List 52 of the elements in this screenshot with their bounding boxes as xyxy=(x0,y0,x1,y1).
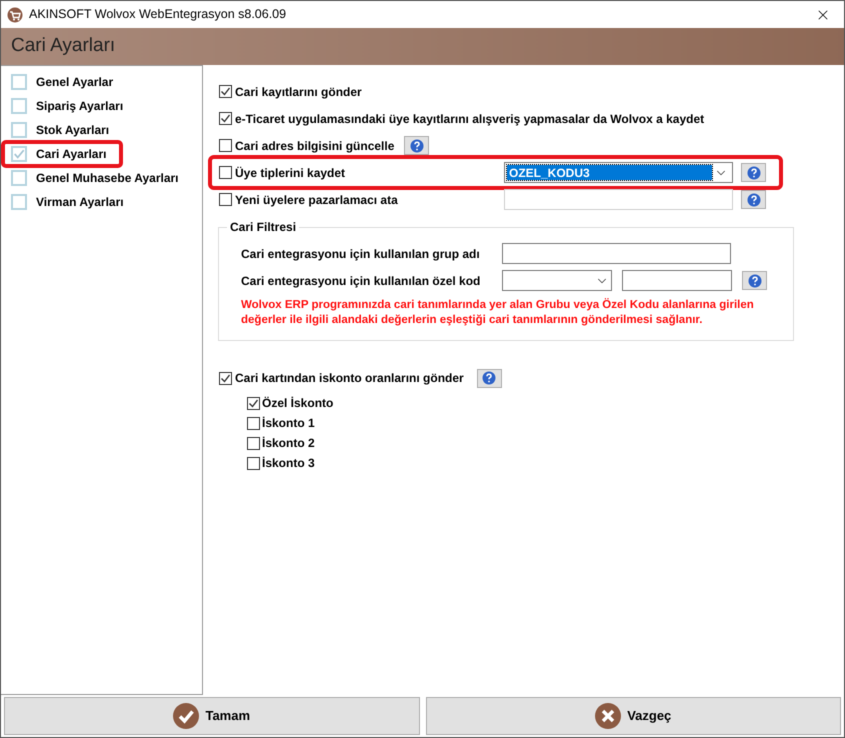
option-label: e-Ticaret uygulamasındaki üye kayıtlarını alışveriş yapmasalar da Wolvox a kaydet xyxy=(235,110,704,128)
question-icon xyxy=(410,138,424,152)
dropdown-field[interactable]: OZEL_KODU3 xyxy=(504,162,733,183)
page-title: Cari Ayarları xyxy=(11,34,116,58)
sidebar-item[interactable]: Stok Ayarları xyxy=(1,118,202,142)
checked-checkbox[interactable] xyxy=(219,85,232,98)
option-label: Özel İskonto xyxy=(262,395,334,412)
option-label: İskonto 1 xyxy=(262,415,315,432)
checkbox[interactable] xyxy=(247,456,260,470)
checked-checkbox[interactable] xyxy=(247,396,260,410)
checked-checkbox[interactable] xyxy=(219,372,232,384)
selected-value: OZEL_KODU3 xyxy=(507,165,712,180)
window-title: AKINSOFT Wolvox WebEntegrasyon s8.06.09 xyxy=(29,6,288,24)
help-button[interactable] xyxy=(741,190,766,209)
cancel-button[interactable]: Vazgeç xyxy=(426,697,841,735)
option-label: Cari kartından iskonto oranlarını gönder xyxy=(235,370,464,387)
option-label: Yeni üyelere pazarlamacı ata xyxy=(235,192,398,208)
group-title: Cari Filtresi xyxy=(229,219,298,236)
option-label: Cari adres bilgisini güncelle xyxy=(235,138,394,154)
sidebar-item[interactable]: Virman Ayarları xyxy=(1,190,202,214)
help-button[interactable] xyxy=(741,163,766,182)
option-label: İskonto 2 xyxy=(262,435,315,452)
cart-logo-icon xyxy=(7,6,23,22)
sidebar-item[interactable]: Cari Ayarları xyxy=(1,142,202,166)
checkbox[interactable] xyxy=(219,139,232,152)
info-note: Wolvox ERP programınızda cari tanımlarında yer alan Grubu veya Özel Kodu alanlarına girilen değerler ile ilgili alandaki değerlerin eşleştiği cari tanımlarının gönderilmesi sağlanır. xyxy=(241,298,755,328)
help-button[interactable] xyxy=(742,271,767,290)
option-label: İskonto 3 xyxy=(262,455,315,472)
help-button[interactable] xyxy=(404,136,430,155)
question-icon xyxy=(748,274,762,288)
field-label: Cari entegrasyonu için kullanılan özel kod xyxy=(241,272,482,290)
sidebar-item[interactable]: Sipariş Ayarları xyxy=(1,94,202,118)
dropdown-field[interactable] xyxy=(502,270,612,291)
question-icon xyxy=(482,371,496,385)
cross-icon xyxy=(595,703,622,729)
option-label: Cari kayıtlarını gönder xyxy=(235,84,362,100)
option-label: Üye tiplerini kaydet xyxy=(235,164,346,182)
input-field[interactable] xyxy=(502,243,731,264)
checkbox[interactable] xyxy=(247,416,260,430)
checkmark-icon xyxy=(173,703,200,729)
sidebar-item[interactable]: Genel Ayarlar xyxy=(1,70,202,94)
question-icon xyxy=(746,166,760,180)
question-icon xyxy=(746,192,760,206)
field-label: Cari entegrasyonu için kullanılan grup adı xyxy=(241,246,481,262)
checkbox[interactable] xyxy=(219,193,232,206)
input-field[interactable] xyxy=(622,270,732,291)
ok-button[interactable]: Tamam xyxy=(4,697,420,735)
checkbox[interactable] xyxy=(219,166,232,179)
sidebar-item[interactable]: Genel Muhasebe Ayarları xyxy=(1,166,202,190)
help-button[interactable] xyxy=(476,368,502,388)
checkbox[interactable] xyxy=(247,436,260,450)
checked-checkbox[interactable] xyxy=(219,112,232,125)
